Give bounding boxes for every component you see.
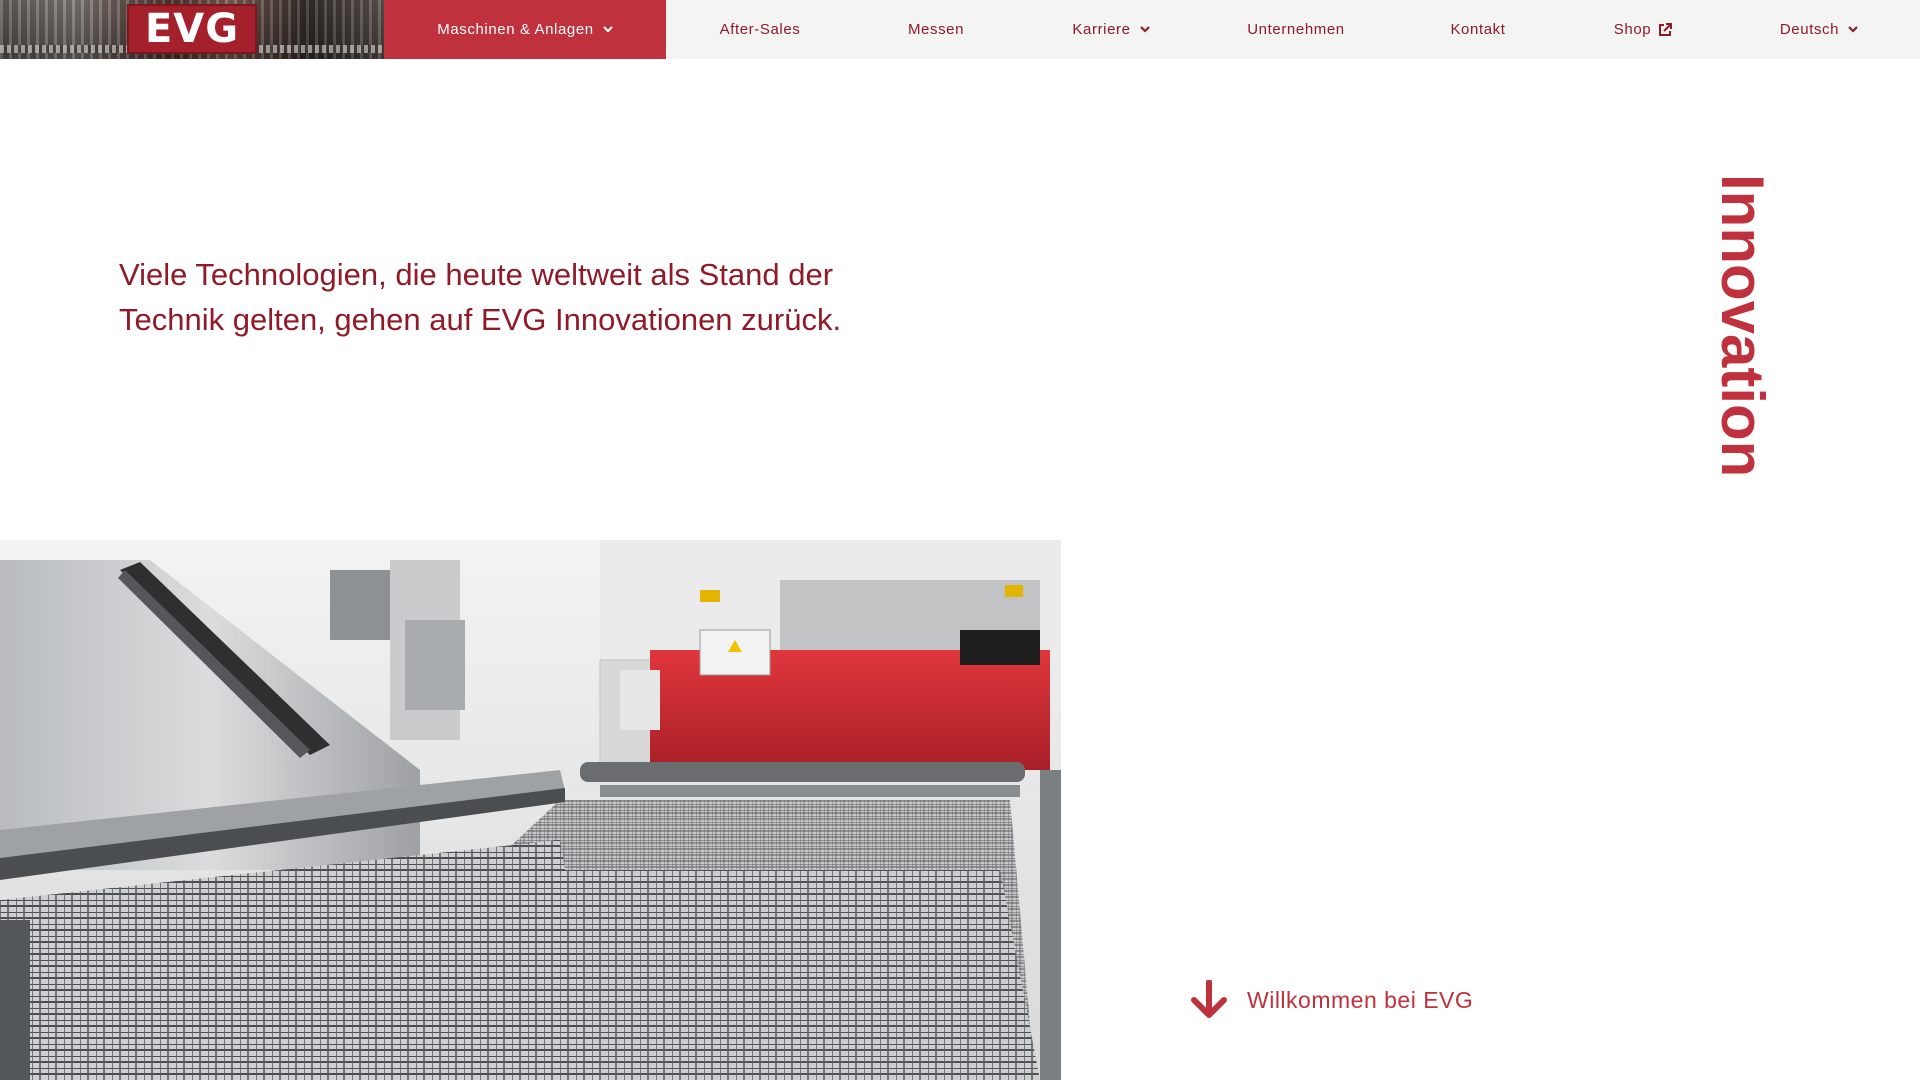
nav-item-label: Maschinen & Anlagen <box>437 21 594 38</box>
nav-item-maschinen-anlagen[interactable]: Maschinen & Anlagen <box>384 0 666 59</box>
nav-item-label: Messen <box>907 21 965 38</box>
top-navigation: EVG Maschinen & Anlagen After-Sales Mess… <box>0 0 1920 59</box>
machine-photo <box>0 540 1061 1080</box>
vertical-heading-text: Innovation <box>1709 174 1776 478</box>
nav-item-kontakt[interactable]: Kontakt <box>1388 0 1568 59</box>
hero-headline: Viele Technologien, die heute weltweit a… <box>119 252 919 342</box>
hero-headline-line-1: Viele Technologien, die heute weltweit a… <box>119 257 834 292</box>
nav-item-label: Unternehmen <box>1247 21 1345 38</box>
nav-item-after-sales[interactable]: After-Sales <box>666 0 854 59</box>
evg-logo[interactable]: EVG <box>127 4 257 54</box>
vertical-heading: Innovation <box>1709 174 1776 504</box>
main-menu: Maschinen & Anlagen After-Sales Messen K… <box>384 0 1920 59</box>
external-link-icon <box>1658 22 1673 37</box>
nav-item-label: Karriere <box>1072 21 1131 38</box>
nav-item-label: Kontakt <box>1450 21 1506 38</box>
logo-text: EVG <box>144 6 240 52</box>
wire-mesh-welding-machine-photo <box>0 540 1061 1080</box>
logo-banner[interactable]: EVG <box>0 0 384 59</box>
nav-item-shop[interactable]: Shop <box>1568 0 1718 59</box>
language-selector[interactable]: Deutsch <box>1718 0 1920 59</box>
nav-item-messen[interactable]: Messen <box>854 0 1018 59</box>
nav-item-label: Shop <box>1613 21 1652 38</box>
nav-item-karriere[interactable]: Karriere <box>1018 0 1204 59</box>
welcome-link[interactable]: Willkommen bei EVG <box>1189 980 1473 1020</box>
chevron-down-icon <box>1139 26 1150 33</box>
nav-item-unternehmen[interactable]: Unternehmen <box>1204 0 1388 59</box>
chevron-down-icon <box>602 26 613 33</box>
hero-headline-line-2: Technik gelten, gehen auf EVG Innovation… <box>119 302 842 337</box>
language-label: Deutsch <box>1779 21 1840 38</box>
arrow-down-icon <box>1189 980 1229 1020</box>
nav-item-label: After-Sales <box>719 21 801 38</box>
welcome-link-label: Willkommen bei EVG <box>1247 986 1474 1013</box>
chevron-down-icon <box>1848 26 1858 33</box>
